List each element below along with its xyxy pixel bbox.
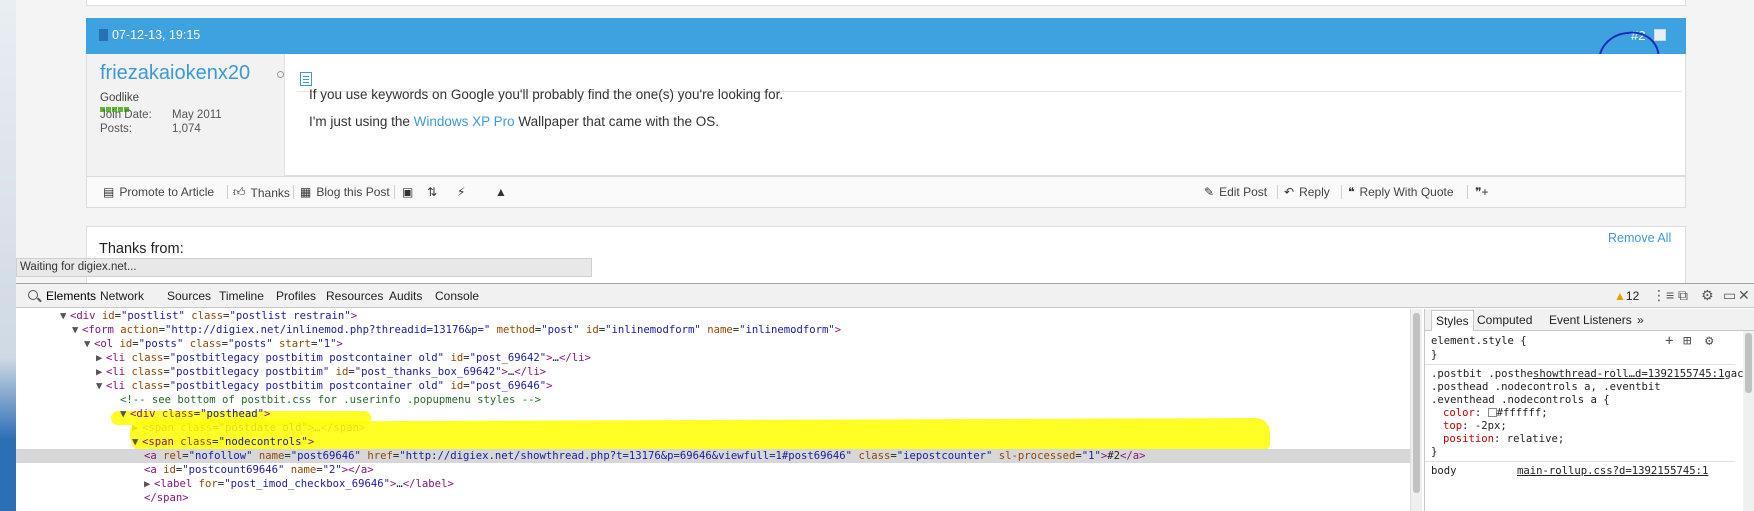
tab-audits[interactable]: Audits [389, 289, 422, 303]
warning-count[interactable]: ▲12 [1614, 289, 1639, 303]
devtools-panel: Elements Network Sources Timeline Profil… [16, 283, 1754, 511]
dom-line[interactable]: ▼ <div id="postlist" class="postlist rest… [60, 309, 357, 323]
user-title: Godlike [100, 92, 139, 104]
toggle-state-icon[interactable]: ⊞ [1683, 333, 1691, 349]
element-style-close: } [1431, 349, 1438, 361]
tab-elements[interactable]: Elements [46, 289, 96, 303]
tab-sources[interactable]: Sources [167, 289, 211, 303]
multiquote-plus-icon: ❞+ [1475, 185, 1489, 199]
warning-icon: ▲ [495, 185, 507, 199]
dom-line[interactable]: <a id="postcount69646" name="2"></a> [144, 463, 374, 477]
stylesheet-link[interactable]: showthread-roll…d=1392155745:1 [1533, 368, 1725, 380]
posts-row: Posts: 1,074 [100, 123, 201, 135]
thanks-button[interactable]: 👍︎ Thanks [233, 185, 290, 200]
console-drawer-icon[interactable]: ⋮≡ [1652, 287, 1674, 304]
stylesheet-link[interactable]: main-rollup.css?d=1392155745:1 [1517, 465, 1708, 477]
dock-icon[interactable]: ⧉ [1678, 287, 1688, 304]
user-info: friezakaiokenx20 Godlike Join Date: May 2… [87, 54, 285, 176]
previous-post-bottom [86, 0, 1686, 6]
dom-tree[interactable]: ▼ <div id="postlist" class="postlist rest… [16, 309, 1410, 511]
styles-panel: Styles Computed Event Listeners » elemen… [1424, 309, 1754, 511]
add-rule-icon[interactable]: + [1665, 333, 1673, 349]
gear-icon[interactable]: ⚙ [1701, 287, 1714, 304]
username-link[interactable]: friezakaiokenx20 [100, 62, 250, 85]
tab-profiles[interactable]: Profiles [276, 289, 316, 303]
reply-button[interactable]: ↶ Reply [1284, 185, 1330, 199]
message-text-2: I'm just using the Windows XP Pro Wallpa… [309, 114, 720, 129]
tab-event-listeners[interactable]: Event Listeners [1549, 313, 1632, 327]
swap-arrows-icon: ⇅ [427, 185, 438, 199]
pencil-icon: ✎ [1204, 185, 1215, 199]
blog-post-button[interactable]: ▦ Blog this Post [300, 185, 390, 199]
style-prop-top[interactable]: top: -2px; [1443, 420, 1507, 433]
dom-line[interactable]: ▶ <li class="postbitlegacy postbitim" id=… [96, 365, 546, 379]
swap-button[interactable]: ⇅ [427, 185, 437, 199]
dom-line[interactable]: <!-- see bottom of postbit.css for .user… [120, 393, 541, 407]
post-header: 07-12-13, 19:15 #2 [86, 18, 1686, 94]
browser-status-bar: Waiting for digiex.net... [16, 258, 592, 277]
dom-line[interactable]: ▼ <div class="posthead"> [120, 407, 270, 421]
reply-with-quote-button[interactable]: ❝ Reply With Quote [1348, 185, 1454, 199]
dom-line[interactable]: ▼ <ol id="posts" class="posts" start="1"> [84, 337, 343, 351]
dom-line[interactable]: </span> [144, 491, 189, 505]
body-selector: body [1431, 465, 1457, 477]
styles-tabs: Styles Computed Event Listeners » [1425, 309, 1754, 331]
dom-line[interactable]: ▼ <li class="postbitlegacy postbitim post… [96, 379, 553, 393]
rule-selector: .eventhead .nodecontrols a { [1431, 394, 1610, 406]
tab-resources[interactable]: Resources [326, 289, 383, 303]
ip-button[interactable]: ▣ [402, 185, 413, 199]
tabs-overflow[interactable]: » [1637, 313, 1644, 327]
dom-line[interactable]: ▼ <form action="http://digiex.net/inlinem… [72, 323, 841, 337]
devtools-toolbar: Elements Network Sources Timeline Profil… [16, 284, 1754, 308]
post-footer: ▤ Promote to Article 👍︎ Thanks ▦ Blog this … [86, 176, 1686, 208]
dom-line-selected[interactable]: <a rel="nofollow" name="post69646" href=… [16, 449, 1410, 463]
warning-icon: ▲ [1614, 289, 1626, 303]
promote-button[interactable]: ▤ Promote to Article [103, 185, 214, 199]
blog-icon: ▦ [300, 185, 312, 199]
post-icon [99, 29, 108, 41]
message-text-1: If you use keywords on Google you'll pro… [309, 87, 784, 102]
forum-page: 07-12-13, 19:15 #2 friezakaiokenx20 Godl… [16, 0, 1754, 283]
dom-scrollbar[interactable] [1410, 309, 1422, 511]
style-prop-color[interactable]: color: #ffffff; [1443, 407, 1548, 420]
element-style-rule[interactable]: element.style { [1431, 335, 1527, 348]
document-icon: ▤ [103, 185, 115, 199]
offline-status-icon [277, 71, 284, 78]
desktop-edge [0, 0, 16, 511]
dom-line[interactable]: ▶ <label for="post_imod_checkbox_69646">…… [144, 477, 454, 491]
tab-timeline[interactable]: Timeline [219, 289, 264, 303]
report-button[interactable]: ▲ [495, 185, 507, 199]
undock-icon[interactable]: ▭ [1723, 287, 1736, 304]
style-prop-position[interactable]: position: relative; [1443, 433, 1564, 446]
reply-icon: ↶ [1284, 185, 1295, 199]
styles-scrollbar[interactable] [1743, 331, 1754, 511]
post-body: friezakaiokenx20 Godlike Join Date: May 2… [86, 54, 1686, 176]
thanks-from-label: Thanks from: [99, 241, 184, 257]
ip-icon: ▣ [402, 185, 414, 199]
dom-line[interactable]: ▶ <li class="postbitlegacy postbitim post… [96, 351, 591, 365]
post-select-checkbox[interactable] [1654, 29, 1666, 41]
tab-network[interactable]: Network [100, 289, 144, 303]
close-icon[interactable]: ✕ [1738, 287, 1750, 304]
gear-icon[interactable]: ⚙ [1705, 333, 1713, 349]
dom-line[interactable]: ▼ <span class="nodecontrols"> [132, 435, 314, 449]
thumbs-up-icon: 👍︎ [233, 185, 246, 199]
join-date-row: Join Date: May 2011 [100, 109, 222, 121]
windows-xp-link[interactable]: Windows XP Pro [414, 114, 515, 129]
rule-close: } [1431, 446, 1438, 458]
lightning-button[interactable]: ⚡︎ [457, 185, 465, 199]
rule-selector: .posthead .nodecontrols a, .eventbit [1431, 381, 1661, 393]
quote-icon: ❝ [1348, 185, 1355, 199]
tab-console[interactable]: Console [435, 289, 479, 303]
tab-styles[interactable]: Styles [1431, 310, 1474, 331]
search-icon[interactable] [28, 290, 38, 300]
multi-quote-button[interactable]: ❞+ [1475, 185, 1488, 199]
edit-post-button[interactable]: ✎ Edit Post [1204, 185, 1267, 199]
remove-all-link[interactable]: Remove All [1608, 231, 1671, 245]
lightning-icon: ⚡︎ [457, 185, 466, 199]
post-date: 07-12-13, 19:15 [112, 28, 201, 42]
color-swatch[interactable] [1487, 408, 1497, 417]
tab-computed[interactable]: Computed [1477, 313, 1532, 327]
message-icon [300, 72, 312, 86]
